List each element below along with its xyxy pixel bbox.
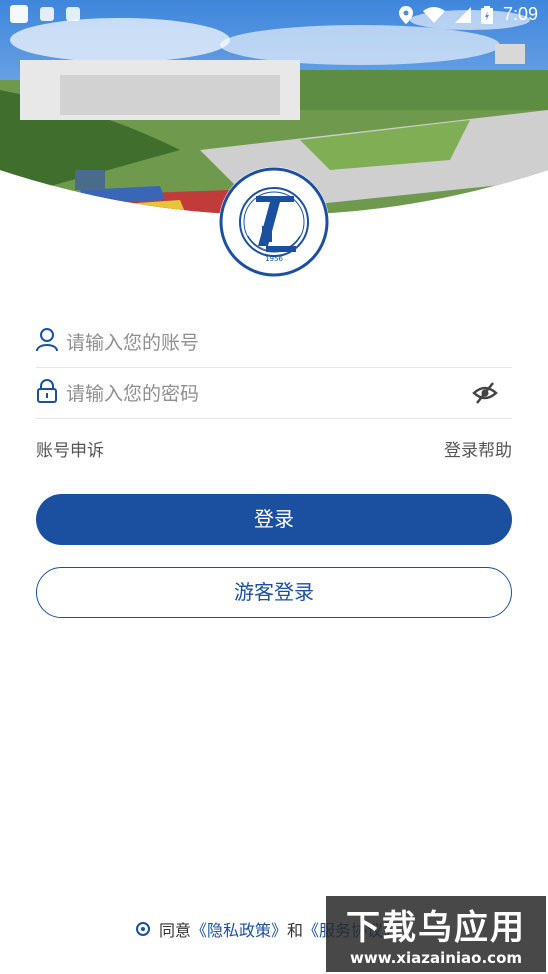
password-field[interactable]: 请输入您的密码 <box>36 367 512 419</box>
logo-year: 1956 <box>265 255 283 263</box>
message-icon <box>40 7 54 21</box>
status-time: 7:09 <box>502 4 538 24</box>
agreement-prefix: 同意 <box>159 921 192 940</box>
account-appeal-link[interactable]: 账号申诉 <box>36 436 104 461</box>
college-logo: 1956 <box>219 167 329 277</box>
account-placeholder: 请输入您的账号 <box>66 332 200 354</box>
account-field[interactable]: 请输入您的账号 <box>36 316 512 368</box>
signal-icon <box>454 6 471 23</box>
guest-login-button[interactable]: 游客登录 <box>36 567 512 618</box>
lock-icon <box>37 379 57 403</box>
login-button[interactable]: 登录 <box>36 494 512 545</box>
privacy-policy-link[interactable]: 《隐私政策》 <box>191 917 287 941</box>
user-icon <box>36 328 58 352</box>
notification-icon <box>10 5 28 23</box>
location-icon <box>398 5 413 24</box>
hide-password-icon[interactable] <box>472 381 498 405</box>
watermark-url: www.xiazainiao.com <box>349 949 523 967</box>
battery-icon <box>480 5 493 24</box>
status-bar: 7:09 <box>0 0 548 30</box>
font-a-icon <box>66 7 80 21</box>
password-placeholder: 请输入您的密码 <box>66 383 200 405</box>
login-help-link[interactable]: 登录帮助 <box>444 436 512 461</box>
agreement-and: 和 <box>287 921 304 940</box>
agree-radio[interactable] <box>136 922 150 936</box>
watermark-title: 下载乌应用 <box>346 908 526 948</box>
wifi-icon <box>422 6 445 23</box>
watermark: 下载乌应用 www.xiazainiao.com <box>326 896 546 972</box>
